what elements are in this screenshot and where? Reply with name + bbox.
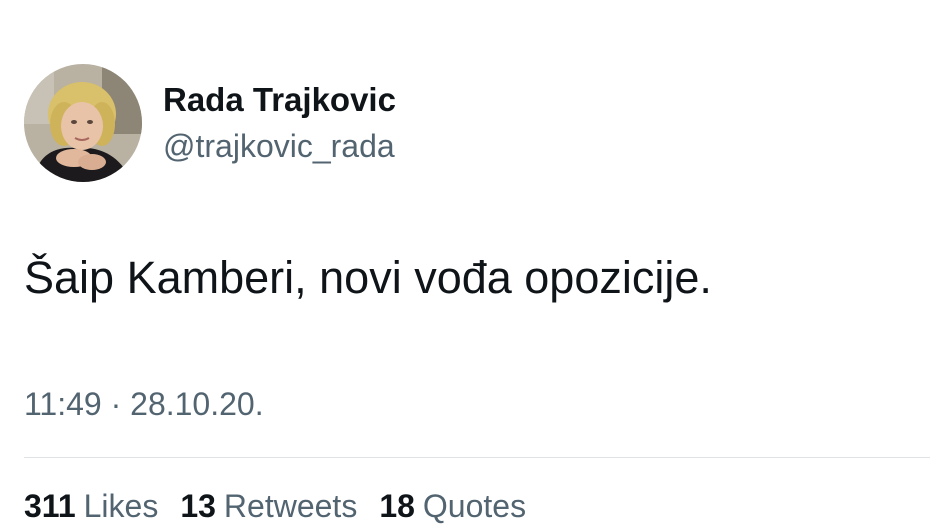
retweets-label: Retweets (223, 488, 358, 524)
meta-separator: · (110, 386, 122, 422)
divider (24, 457, 930, 458)
tweet-time[interactable]: 11:49 (24, 386, 102, 422)
retweets-count: 13 (180, 488, 216, 524)
tweet-date[interactable]: 28.10.20. (130, 386, 263, 422)
author-display-name[interactable]: Rada Trajkovic (163, 80, 396, 120)
avatar-photo (24, 64, 142, 182)
likes-count: 311 (24, 488, 76, 524)
tweet-timestamp: 11:49 · 28.10.20. (24, 384, 264, 424)
quotes-count: 18 (379, 488, 415, 524)
author-handle[interactable]: @trajkovic_rada (163, 126, 395, 166)
avatar[interactable] (24, 64, 142, 182)
retweets-stat[interactable]: 13 Retweets (180, 486, 357, 526)
likes-label: Likes (83, 488, 159, 524)
tweet-card: Rada Trajkovic @trajkovic_rada Šaip Kamb… (0, 0, 930, 525)
quotes-stat[interactable]: 18 Quotes (379, 486, 526, 526)
engagement-stats: 311 Likes 13 Retweets 18 Quotes (24, 486, 526, 526)
likes-stat[interactable]: 311 Likes (24, 486, 158, 526)
quotes-label: Quotes (422, 488, 527, 524)
tweet-text: Šaip Kamberi, novi vođa opozicije. (24, 252, 712, 303)
